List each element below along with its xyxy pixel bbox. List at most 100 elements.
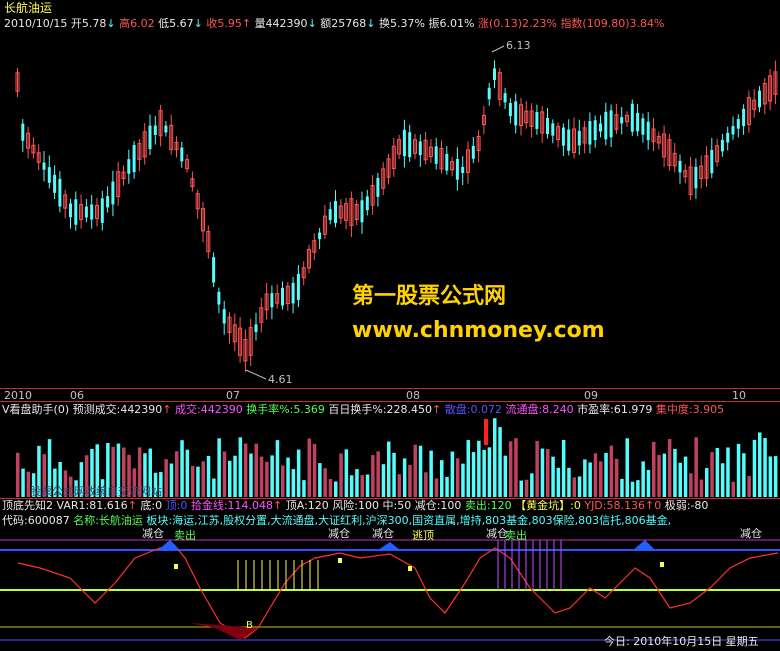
gold-line-arrow: ↑ xyxy=(273,499,283,512)
watermark-url: www.chnmoney.com xyxy=(352,318,605,343)
candle xyxy=(752,88,757,118)
candle xyxy=(471,137,475,164)
volume-bar xyxy=(551,456,555,497)
volume-panel-title[interactable]: V看盘助手(0) xyxy=(2,403,69,416)
candle xyxy=(694,158,698,199)
open-arrow: ↓ xyxy=(106,17,116,30)
candle xyxy=(381,162,386,195)
candle xyxy=(227,312,232,344)
signal-dot xyxy=(338,558,342,563)
ohlc-info-bar: 2010/10/15 开5.78↓ 高6.02 低5.67↓ 收5.95↑ 量4… xyxy=(4,17,664,31)
candle xyxy=(593,115,597,148)
hundred-day-arrow: ↑ xyxy=(432,403,442,416)
candle xyxy=(630,99,634,136)
candle xyxy=(731,116,735,140)
volume-bar xyxy=(561,439,566,497)
hundred-day-turnover: 百日换手%:228.450 xyxy=(328,403,433,416)
candle xyxy=(445,146,449,175)
volume-bar xyxy=(567,467,571,497)
volume-bar xyxy=(180,440,184,497)
volume-bar xyxy=(577,476,582,497)
open-label: 开5.78 xyxy=(70,17,107,30)
amplitude-label: 振6.01% xyxy=(428,17,475,30)
candle xyxy=(667,133,672,171)
candle xyxy=(736,114,740,138)
volume-bar xyxy=(190,465,195,497)
volume-bar xyxy=(196,466,200,497)
candle xyxy=(270,285,274,320)
volume-bar xyxy=(243,443,248,497)
volume-bar xyxy=(275,440,280,497)
volume-bar xyxy=(296,449,301,497)
candle xyxy=(455,147,459,191)
candle xyxy=(296,265,300,308)
date-label: 2010/10/15 xyxy=(4,17,68,30)
candle xyxy=(768,68,773,111)
candle xyxy=(318,228,322,250)
candle xyxy=(614,103,619,135)
candle xyxy=(773,60,778,105)
volume-bar xyxy=(307,438,311,497)
candle xyxy=(651,117,656,151)
candle xyxy=(180,141,184,168)
deal-volume: 成交:442390 xyxy=(175,403,243,416)
candle xyxy=(238,317,243,363)
candle xyxy=(15,67,20,98)
volume-bar xyxy=(164,459,168,497)
stock-code: 代码:600087 xyxy=(2,514,70,527)
low-label: 低5.67 xyxy=(158,17,194,30)
candle xyxy=(656,131,661,150)
watermark-title: 第一股票公式网 xyxy=(352,284,507,309)
candle xyxy=(169,114,174,155)
volume-bar xyxy=(265,461,269,497)
candle xyxy=(322,204,327,240)
volume-bar xyxy=(540,448,545,497)
volume-bar xyxy=(477,440,481,497)
volume-bar xyxy=(524,479,529,497)
candle xyxy=(79,194,84,229)
volume-bar xyxy=(312,444,317,497)
candle xyxy=(90,195,94,229)
volume-bar xyxy=(720,463,725,497)
candle xyxy=(63,189,68,219)
candle xyxy=(546,107,549,139)
volume-bar xyxy=(736,443,741,497)
volume-bar xyxy=(710,452,714,497)
candle xyxy=(127,149,131,184)
indicator-chart[interactable]: 减仓 卖出 减仓 减仓 逃顶 减仓 卖出 减仓 B 今日: 2010年10月15… xyxy=(0,528,780,651)
candle xyxy=(397,134,402,160)
volume-bar xyxy=(715,447,720,497)
volume-bar xyxy=(482,449,486,497)
candle xyxy=(439,140,444,174)
volume-bar xyxy=(768,456,773,497)
indicator-title[interactable]: 顶底先知2 xyxy=(2,499,53,512)
candle xyxy=(561,123,565,156)
candle xyxy=(461,156,465,185)
forecast-arrow: ↑ xyxy=(162,403,172,416)
candle xyxy=(577,119,581,155)
indicator-info-line: 代码:600087 名称:长航油运 板块:海运,江苏,股权分置,大流通盘,大证红… xyxy=(2,514,671,528)
candle xyxy=(466,141,470,184)
volume-bar xyxy=(387,441,391,497)
volume-bar xyxy=(471,452,476,497)
candle xyxy=(142,123,147,165)
today-label: 今日: 2010年10月15日 星期五 xyxy=(604,634,759,648)
gold-line-value: 拾金线:114.048 xyxy=(190,499,274,512)
volume-bar xyxy=(498,427,502,497)
index-label: 指数(109.80)3.84% xyxy=(560,17,665,30)
volume-bar xyxy=(21,468,25,497)
candle xyxy=(328,202,332,225)
volume-bar xyxy=(604,452,608,497)
candle xyxy=(742,104,746,135)
candle xyxy=(514,93,518,134)
candle xyxy=(620,107,624,135)
candle xyxy=(264,283,269,320)
candle xyxy=(53,165,57,200)
candle xyxy=(349,191,354,237)
volume-bar xyxy=(328,479,333,497)
volume-bar xyxy=(620,478,624,497)
close-arrow: ↑ xyxy=(241,17,252,30)
volume-bar xyxy=(752,439,757,497)
candle xyxy=(582,120,587,154)
bottom-value: 底:0 xyxy=(140,499,163,512)
